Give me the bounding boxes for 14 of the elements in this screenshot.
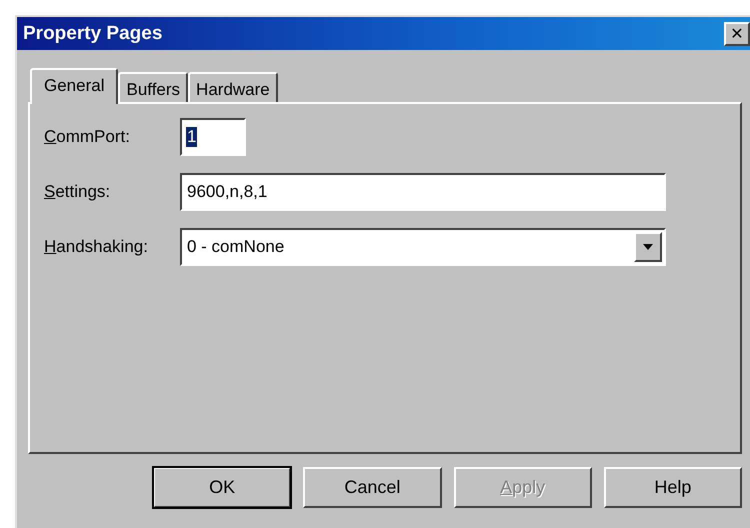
dialog-button[interactable]: Help	[604, 467, 742, 508]
field-label: Settings:	[44, 182, 112, 202]
field-label: CommPort:	[44, 127, 131, 147]
tab[interactable]: Hardware	[188, 72, 278, 102]
tab[interactable]: General	[30, 68, 118, 104]
input-field[interactable]: 1	[180, 118, 246, 156]
input-field[interactable]: 9600,n,8,1	[180, 173, 666, 211]
window-title: Property Pages	[23, 22, 162, 44]
tab[interactable]: Buffers	[118, 72, 188, 102]
close-button[interactable]: ✕	[724, 22, 750, 46]
dialog-button[interactable]: OK	[153, 467, 292, 508]
dialog-button[interactable]: Cancel	[303, 467, 442, 508]
dropdown[interactable]: 0 - comNone	[180, 228, 666, 266]
field-label: Handshaking:	[44, 237, 149, 257]
